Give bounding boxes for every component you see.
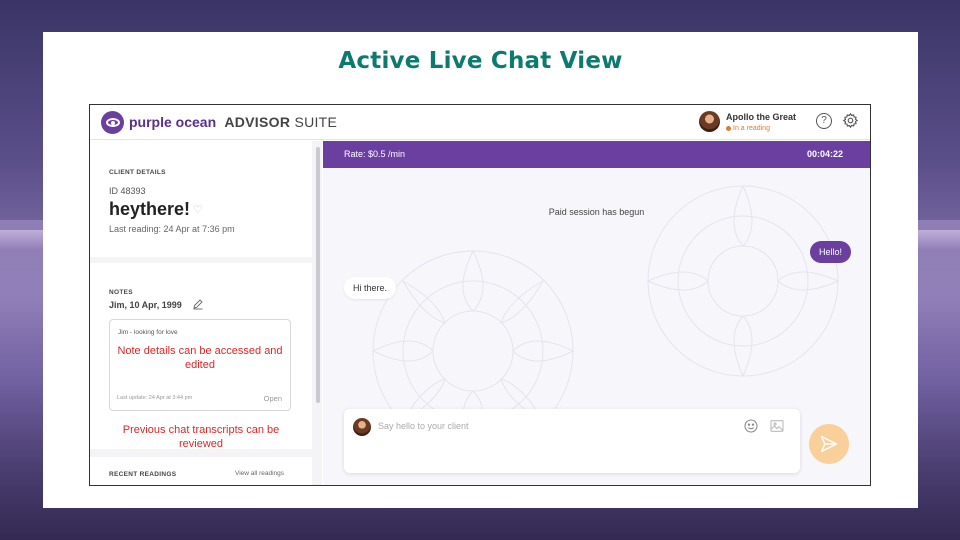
incoming-message: Hi there.: [344, 277, 397, 299]
brand-main: purple ocean: [129, 114, 217, 130]
view-all-readings-link[interactable]: View all readings: [235, 470, 284, 477]
note-open-link[interactable]: Open: [264, 394, 282, 403]
advisor-app-window: purple ocean ADVISOR SUITE Apollo the Gr…: [89, 104, 871, 486]
emoji-icon[interactable]: [743, 418, 759, 434]
last-reading: Last reading: 24 Apr at 7:36 pm: [109, 224, 235, 234]
client-sidebar: CLIENT DETAILS ID 48393 heythere! ♡ Last…: [90, 141, 322, 485]
transcript-annotation: Previous chat transcripts can be reviewe…: [122, 424, 280, 450]
brand-suffix-bold: ADVISOR: [224, 114, 291, 130]
user-status-text: In a reading: [733, 125, 770, 132]
user-avatar[interactable]: [699, 111, 720, 132]
gear-icon[interactable]: [842, 112, 859, 129]
send-icon: [820, 435, 838, 453]
sidebar-scrollbar[interactable]: [316, 147, 320, 403]
client-id: ID 48393: [109, 186, 146, 196]
help-icon[interactable]: ?: [816, 113, 832, 129]
client-name: heythere!: [109, 199, 191, 219]
send-button[interactable]: [809, 424, 849, 464]
rate-text: Rate: $0.5 /min: [344, 149, 406, 159]
note-annotation: Note details can be accessed and edited: [117, 345, 283, 371]
system-message: Paid session has begun: [548, 207, 645, 217]
top-bar: purple ocean ADVISOR SUITE Apollo the Gr…: [90, 105, 870, 140]
brand-suffix-text: SUITE: [294, 114, 338, 130]
note-text: Jim - looking for love: [118, 329, 178, 336]
slide-title: Active Live Chat View: [338, 48, 623, 74]
user-status: In a reading: [726, 125, 770, 132]
session-timer: 00:04:22: [806, 149, 843, 159]
rate-bar: Rate: $0.5 /min 00:04:22: [323, 141, 870, 168]
recent-readings-label: RECENT READINGS: [109, 471, 177, 478]
client-details-label: CLIENT DETAILS: [109, 169, 166, 176]
image-icon[interactable]: [769, 418, 785, 434]
brand-suffix: ADVISOR SUITE: [220, 114, 337, 130]
pencil-icon[interactable]: [192, 298, 204, 310]
heart-icon[interactable]: ♡: [193, 203, 203, 216]
composer-avatar: [353, 418, 371, 436]
slide: Active Live Chat View purple ocean ADVIS…: [43, 32, 918, 508]
notes-label: NOTES: [109, 289, 133, 296]
client-details-card: CLIENT DETAILS ID 48393 heythere! ♡ Last…: [90, 141, 312, 257]
eye-logo-icon[interactable]: [101, 111, 124, 134]
status-dot-icon: [726, 125, 731, 131]
user-name[interactable]: Apollo the Great: [726, 112, 796, 122]
brand-name: purple ocean ADVISOR SUITE: [129, 114, 337, 130]
note-box[interactable]: Jim - looking for love Note details can …: [109, 319, 291, 411]
message-input[interactable]: [378, 417, 728, 435]
chat-panel: Rate: $0.5 /min 00:04:22 Paid session ha…: [323, 141, 870, 485]
note-last-update: Last update: 24 Apr at 3:44 pm: [117, 395, 193, 401]
message-composer: [344, 409, 800, 473]
note-title: Jim, 10 Apr, 1999: [109, 300, 182, 310]
outgoing-message: Hello!: [809, 241, 851, 263]
